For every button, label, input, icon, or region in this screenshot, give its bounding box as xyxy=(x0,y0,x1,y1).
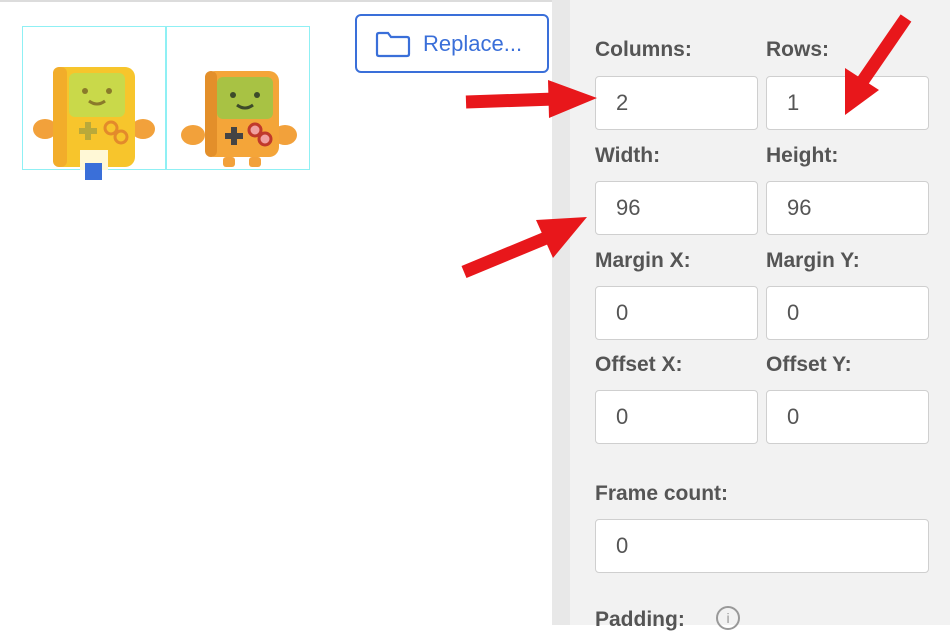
height-label: Height: xyxy=(766,144,839,167)
frame-count-input[interactable]: 0 xyxy=(595,519,929,573)
rows-input[interactable]: 1 xyxy=(766,76,929,130)
offset-y-label: Offset Y: xyxy=(766,353,852,376)
rows-label: Rows: xyxy=(766,38,829,61)
folder-icon xyxy=(375,31,411,57)
columns-label: Columns: xyxy=(595,38,692,61)
sprite-frame-2-image xyxy=(181,71,297,167)
frame-count-label: Frame count: xyxy=(595,482,729,505)
replace-button[interactable]: Replace... xyxy=(355,14,549,73)
info-icon[interactable]: i xyxy=(716,606,740,630)
frame-drag-handle[interactable] xyxy=(85,163,102,180)
margin-x-input[interactable]: 0 xyxy=(595,286,758,340)
width-label: Width: xyxy=(595,144,661,167)
width-input[interactable]: 96 xyxy=(595,181,758,235)
columns-input[interactable]: 2 xyxy=(595,76,758,130)
margin-y-input[interactable]: 0 xyxy=(766,286,929,340)
margin-y-label: Margin Y: xyxy=(766,249,860,272)
height-input[interactable]: 96 xyxy=(766,181,929,235)
offset-x-label: Offset X: xyxy=(595,353,683,376)
padding-label: Padding: xyxy=(595,608,685,631)
sprite-frame-1-image xyxy=(33,67,155,167)
offset-y-input[interactable]: 0 xyxy=(766,390,929,444)
panel-edge xyxy=(552,0,570,625)
offset-x-input[interactable]: 0 xyxy=(595,390,758,444)
margin-x-label: Margin X: xyxy=(595,249,691,272)
replace-button-label: Replace... xyxy=(423,30,523,56)
sprite-sheet-canvas[interactable] xyxy=(22,26,310,170)
